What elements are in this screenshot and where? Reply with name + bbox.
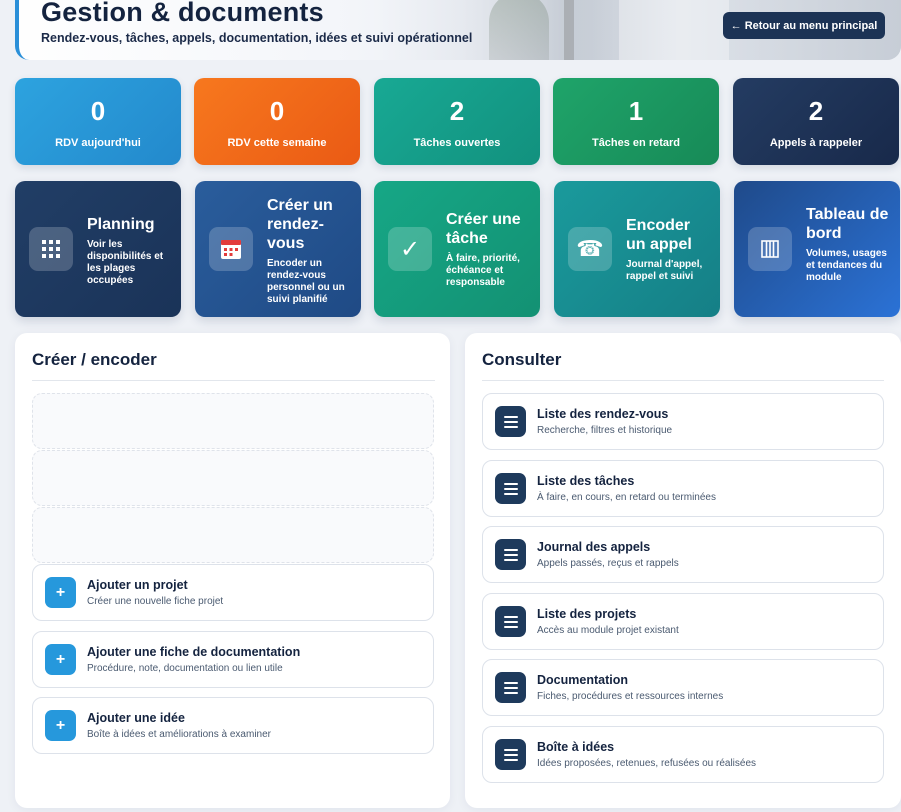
action-planning[interactable]: Planning Voir les disponibilités et les … bbox=[15, 181, 181, 317]
consult-panel-title: Consulter bbox=[482, 350, 562, 369]
consult-panel: Consulter Liste des rendez-vous Recherch… bbox=[465, 333, 901, 808]
item-title: Documentation bbox=[537, 673, 628, 687]
divider bbox=[482, 380, 884, 381]
consult-item-tasks[interactable]: Liste des tâches À faire, en cours, en r… bbox=[482, 460, 884, 517]
plus-icon: + bbox=[45, 644, 76, 675]
stat-label: Tâches en retard bbox=[591, 137, 681, 149]
list-icon bbox=[495, 406, 526, 437]
stat-label: Appels à rappeler bbox=[769, 137, 863, 149]
item-description: À faire, en cours, en retard ou terminée… bbox=[537, 492, 716, 503]
action-title: Créer un rendez-vous bbox=[267, 197, 333, 252]
list-icon bbox=[495, 739, 526, 770]
back-to-main-menu-button[interactable]: ← Retour au menu principal bbox=[723, 12, 885, 39]
item-description: Accès au module projet existant bbox=[537, 625, 679, 636]
item-title: Liste des rendez-vous bbox=[537, 407, 669, 421]
item-description: Idées proposées, retenues, refusées ou r… bbox=[537, 758, 757, 769]
stat-rdv-today: 0 RDV aujourd'hui bbox=[15, 78, 181, 165]
calendar-icon bbox=[209, 227, 253, 271]
item-title: Liste des projets bbox=[537, 607, 637, 621]
action-title: Encoder un appel bbox=[626, 217, 692, 253]
stat-label: Tâches ouvertes bbox=[413, 137, 501, 149]
plus-icon: + bbox=[45, 710, 76, 741]
consult-item-appointments[interactable]: Liste des rendez-vous Recherche, filtres… bbox=[482, 393, 884, 450]
action-description: Voir les disponibilités et les plages oc… bbox=[87, 239, 164, 286]
stat-value: 0 bbox=[269, 96, 285, 126]
page-subtitle: Rendez-vous, tâches, appels, documentati… bbox=[41, 31, 473, 45]
grid-icon bbox=[29, 227, 73, 271]
item-title: Boîte à idées bbox=[537, 740, 615, 754]
consult-item-documentation[interactable]: Documentation Fiches, procédures et ress… bbox=[482, 659, 884, 716]
checkmark-icon: ✓ bbox=[388, 227, 432, 271]
action-dashboard[interactable]: Tableau de bord Volumes, usages et tenda… bbox=[734, 181, 900, 317]
create-item-idea[interactable]: + Ajouter une idée Boîte à idées et amél… bbox=[32, 697, 434, 754]
header-background-decoration bbox=[564, 0, 574, 60]
item-description: Fiches, procédures et ressources interne… bbox=[537, 691, 724, 702]
columns-icon bbox=[748, 227, 792, 271]
list-icon bbox=[495, 672, 526, 703]
empty-slot bbox=[32, 450, 434, 506]
list-icon bbox=[495, 473, 526, 504]
action-create-task[interactable]: ✓ Créer une tâche À faire, priorité, éch… bbox=[374, 181, 540, 317]
stat-late-tasks: 1 Tâches en retard bbox=[553, 78, 719, 165]
stat-open-tasks: 2 Tâches ouvertes bbox=[374, 78, 540, 165]
empty-slot bbox=[32, 507, 434, 563]
item-title: Ajouter une fiche de documentation bbox=[87, 645, 301, 659]
item-description: Procédure, note, documentation ou lien u… bbox=[87, 663, 283, 674]
consult-item-ideas[interactable]: Boîte à idées Idées proposées, retenues,… bbox=[482, 726, 884, 783]
create-panel: Créer / encoder + Ajouter un projet Crée… bbox=[15, 333, 450, 808]
action-create-appointment[interactable]: Créer un rendez-vous Encoder un rendez-v… bbox=[195, 181, 361, 317]
item-title: Ajouter une idée bbox=[87, 711, 185, 725]
page-title: Gestion & documents bbox=[41, 0, 324, 27]
action-description: Encoder un rendez-vous personnel ou un s… bbox=[267, 258, 345, 305]
stat-label: RDV aujourd'hui bbox=[55, 137, 141, 149]
item-description: Boîte à idées et améliorations à examine… bbox=[87, 729, 271, 740]
plus-icon: + bbox=[45, 577, 76, 608]
item-description: Recherche, filtres et historique bbox=[537, 425, 673, 436]
action-log-call[interactable]: ☎ Encoder un appel Journal d'appel, rapp… bbox=[554, 181, 720, 317]
create-panel-title: Créer / encoder bbox=[32, 350, 157, 369]
list-icon bbox=[495, 539, 526, 570]
stat-value: 2 bbox=[808, 96, 824, 126]
phone-icon: ☎ bbox=[568, 227, 612, 271]
header-background-decoration bbox=[619, 0, 729, 60]
stat-value: 1 bbox=[628, 96, 644, 126]
item-description: Appels passés, reçus et rappels bbox=[537, 558, 679, 569]
action-description: Journal d'appel, rappel et suivi bbox=[626, 259, 703, 282]
page-header: Gestion & documents Rendez-vous, tâches,… bbox=[15, 0, 901, 60]
consult-item-calls[interactable]: Journal des appels Appels passés, reçus … bbox=[482, 526, 884, 583]
item-description: Créer une nouvelle fiche projet bbox=[87, 596, 224, 607]
divider bbox=[32, 380, 435, 381]
action-title: Tableau de bord bbox=[806, 206, 889, 242]
list-icon bbox=[495, 606, 526, 637]
stat-label: RDV cette semaine bbox=[227, 137, 327, 149]
action-description: Volumes, usages et tendances du module bbox=[806, 248, 887, 283]
create-item-project[interactable]: + Ajouter un projet Créer une nouvelle f… bbox=[32, 564, 434, 621]
stat-value: 0 bbox=[90, 96, 106, 126]
stat-rdv-week: 0 RDV cette semaine bbox=[194, 78, 360, 165]
consult-item-projects[interactable]: Liste des projets Accès au module projet… bbox=[482, 593, 884, 650]
stat-value: 2 bbox=[449, 96, 465, 126]
stat-callbacks: 2 Appels à rappeler bbox=[733, 78, 899, 165]
create-item-documentation[interactable]: + Ajouter une fiche de documentation Pro… bbox=[32, 631, 434, 688]
header-background-decoration bbox=[489, 0, 549, 60]
action-title: Planning bbox=[87, 216, 155, 233]
item-title: Liste des tâches bbox=[537, 474, 635, 488]
action-title: Créer une tâche bbox=[446, 211, 521, 247]
empty-slot bbox=[32, 393, 434, 449]
item-title: Ajouter un projet bbox=[87, 578, 188, 592]
item-title: Journal des appels bbox=[537, 540, 651, 554]
action-description: À faire, priorité, échéance et responsab… bbox=[446, 253, 520, 288]
